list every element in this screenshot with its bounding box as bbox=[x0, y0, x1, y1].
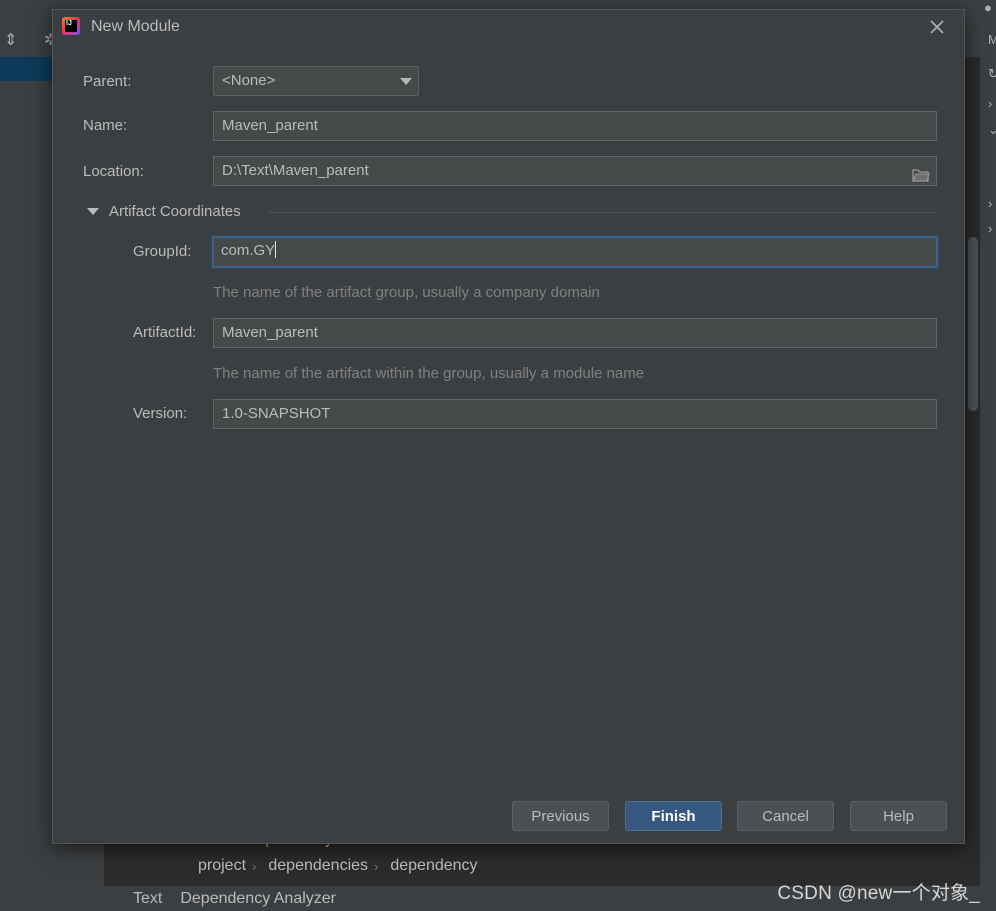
collapse-all-icon[interactable]: ⇕ bbox=[4, 30, 17, 50]
breadcrumb: project › dependencies › dependency bbox=[186, 852, 484, 880]
intellij-logo-icon: IJ bbox=[62, 17, 80, 35]
chevron-right-icon[interactable]: › bbox=[988, 96, 992, 111]
location-label: Location: bbox=[83, 163, 144, 180]
artifact-coordinates-toggle[interactable]: Artifact Coordinates bbox=[87, 203, 241, 220]
previous-button[interactable]: Previous bbox=[512, 801, 609, 831]
parent-select[interactable]: <None> bbox=[213, 66, 419, 96]
dialog-title: New Module bbox=[91, 18, 180, 35]
groupid-input-value: com.GY bbox=[221, 242, 276, 259]
editor-scrollbar[interactable] bbox=[968, 237, 978, 411]
chevron-down-icon[interactable]: ⌄ bbox=[988, 122, 996, 138]
tab-text[interactable]: Text bbox=[104, 890, 178, 908]
refresh-icon[interactable]: ↻ bbox=[988, 66, 996, 82]
logo-text: IJ bbox=[65, 20, 77, 32]
breadcrumb-item[interactable]: dependencies bbox=[256, 857, 374, 875]
dialog-title-bar[interactable]: IJ New Module bbox=[53, 10, 964, 44]
watermark: CSDN @new一个对象_ bbox=[777, 883, 980, 904]
artifactid-input[interactable]: Maven_parent bbox=[213, 318, 937, 348]
version-input[interactable]: 1.0-SNAPSHOT bbox=[213, 399, 937, 429]
groupid-hint: The name of the artifact group, usually … bbox=[213, 284, 600, 301]
maven-tool-label[interactable]: M bbox=[988, 32, 996, 47]
parent-label: Parent: bbox=[83, 73, 132, 90]
version-label: Version: bbox=[133, 405, 188, 422]
cancel-button[interactable]: Cancel bbox=[737, 801, 834, 831]
ide-project-selected-row[interactable] bbox=[0, 57, 52, 81]
close-button[interactable] bbox=[925, 15, 949, 39]
artifactid-hint: The name of the artifact within the grou… bbox=[213, 365, 645, 382]
folder-icon bbox=[912, 169, 930, 182]
section-divider bbox=[268, 212, 937, 213]
location-input-value: D:\Text\Maven_parent bbox=[222, 162, 369, 179]
location-input[interactable]: D:\Text\Maven_parent bbox=[213, 156, 937, 186]
finish-button[interactable]: Finish bbox=[625, 801, 722, 831]
section-title: Artifact Coordinates bbox=[109, 203, 241, 220]
new-module-dialog: IJ New Module Parent: <None> Name: Maven… bbox=[52, 9, 965, 844]
groupid-label: GroupId: bbox=[133, 243, 192, 260]
user-icon[interactable]: ● bbox=[984, 0, 992, 15]
browse-folder-button[interactable] bbox=[912, 164, 930, 185]
dropdown-arrow-icon bbox=[400, 78, 412, 85]
text-caret bbox=[275, 241, 277, 258]
collapse-triangle-icon bbox=[87, 208, 99, 215]
close-icon bbox=[930, 20, 944, 34]
parent-select-value: <None> bbox=[222, 72, 276, 89]
chevron-right-icon[interactable]: › bbox=[988, 221, 992, 236]
name-input[interactable]: Maven_parent bbox=[213, 111, 937, 141]
breadcrumb-item[interactable]: project bbox=[186, 857, 252, 875]
name-label: Name: bbox=[83, 117, 128, 134]
breadcrumb-item[interactable]: dependency bbox=[378, 857, 483, 875]
tab-dependency-analyzer[interactable]: Dependency Analyzer bbox=[178, 890, 352, 908]
help-button[interactable]: Help bbox=[850, 801, 947, 831]
groupid-input[interactable]: com.GY bbox=[212, 236, 938, 268]
artifactid-label: ArtifactId: bbox=[133, 324, 197, 341]
chevron-right-icon[interactable]: › bbox=[988, 196, 992, 211]
